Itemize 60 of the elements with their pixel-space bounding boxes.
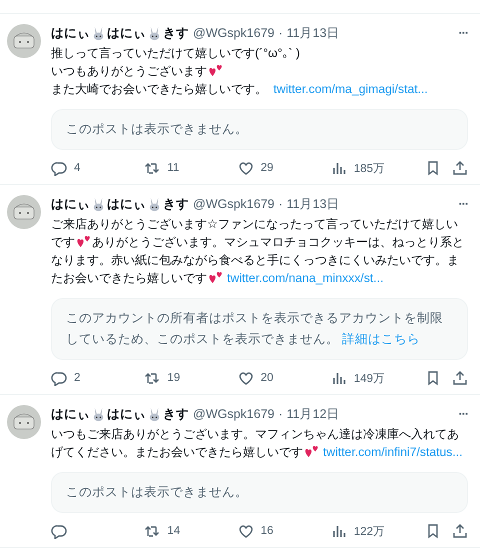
unavailable-quote: このアカウントの所有者はポストを表示できるアカウントを制限しているため、このポストを表示できません。 詳細はこちら xyxy=(51,298,468,360)
heart-icon xyxy=(238,160,254,176)
display-name[interactable]: はにぃ はにぃ きす xyxy=(51,406,189,422)
share-icon xyxy=(452,523,468,539)
bar-chart-icon xyxy=(330,370,347,386)
more-button[interactable]: ··· xyxy=(458,197,468,211)
unavailable-quote: このポストは表示できません。 xyxy=(51,472,468,513)
hearts-icon xyxy=(76,233,91,248)
avatar[interactable] xyxy=(7,195,41,229)
post-date[interactable]: 11月13日 xyxy=(286,24,340,42)
reply-icon xyxy=(51,523,67,539)
repost-button[interactable]: 11 xyxy=(144,160,238,176)
post-text: いつもご来店ありがとうございます。マフィンちゃん達は冷凍庫へ入れてあげてください。またお会いできたら嬉しいです twitter.com/infini7/status... xyxy=(51,426,464,461)
post-text: 推しって言っていただけて嬉しいです(´°ω°｡` ) いつもありがとうございます また大崎でお会いできたら嬉しいです。 twitter.com/ma_gimagi/stat... xyxy=(51,45,429,98)
share-icon xyxy=(452,160,468,176)
share-button[interactable] xyxy=(452,160,468,176)
reply-icon xyxy=(51,160,67,176)
post-text: ご来店ありがとうございます☆ファンになったって言っていただけて嬉しいです ありがとうございます。マシュマロチョコクッキーは、ねっとり系となります。赤い紙に包みながら食べると手にくっつきにくいみたいです。またお会いできたら嬉しいです twitter.com/nana_minxxx/st... xyxy=(51,216,465,287)
repost-button[interactable]: 19 xyxy=(144,370,238,386)
like-button[interactable]: 16 xyxy=(238,523,331,539)
separator-dot: · xyxy=(278,197,283,211)
avatar[interactable] xyxy=(7,405,41,439)
display-name[interactable]: はにぃ はにぃ きす xyxy=(51,196,189,212)
display-name[interactable]: はにぃ はにぃ きす xyxy=(51,24,189,42)
unavailable-quote: このポストは表示できません。 xyxy=(51,109,468,150)
more-button[interactable]: ··· xyxy=(458,26,468,40)
rabbit-icon xyxy=(91,406,106,422)
rabbit-icon xyxy=(91,26,106,40)
share-button[interactable] xyxy=(452,523,468,539)
post-date[interactable]: 11月12日 xyxy=(286,406,340,422)
bar-chart-icon xyxy=(330,160,347,176)
post-date[interactable]: 11月13日 xyxy=(286,196,340,212)
rabbit-icon xyxy=(147,26,162,40)
user-handle[interactable]: @WGspk1679 xyxy=(193,197,274,211)
heart-icon xyxy=(238,370,254,386)
views-button[interactable]: 149万 xyxy=(330,370,426,386)
more-button[interactable]: ··· xyxy=(458,407,468,421)
separator-dot: · xyxy=(278,407,283,421)
share-icon xyxy=(452,370,468,386)
bar-chart-icon xyxy=(330,523,347,539)
hearts-icon xyxy=(208,269,223,284)
views-button[interactable]: 122万 xyxy=(330,523,426,539)
hearts-icon xyxy=(304,443,319,458)
separator-dot: · xyxy=(278,26,283,40)
avatar[interactable] xyxy=(7,24,41,58)
hearts-icon xyxy=(208,62,223,77)
repost-button[interactable]: 14 xyxy=(144,523,238,539)
views-button[interactable]: 185万 xyxy=(330,160,426,176)
like-button[interactable]: 29 xyxy=(238,160,331,176)
rabbit-icon xyxy=(91,196,106,212)
rabbit-icon xyxy=(147,196,162,212)
like-button[interactable]: 20 xyxy=(238,370,331,386)
user-handle[interactable]: @WGspk1679 xyxy=(193,26,274,40)
reply-button[interactable]: 2 xyxy=(51,370,144,386)
rabbit-icon xyxy=(147,406,162,422)
user-handle[interactable]: @WGspk1679 xyxy=(193,407,274,421)
share-button[interactable] xyxy=(452,370,468,386)
reply-icon xyxy=(51,370,67,386)
heart-icon xyxy=(238,523,254,539)
reply-button[interactable]: 4 xyxy=(51,160,144,176)
